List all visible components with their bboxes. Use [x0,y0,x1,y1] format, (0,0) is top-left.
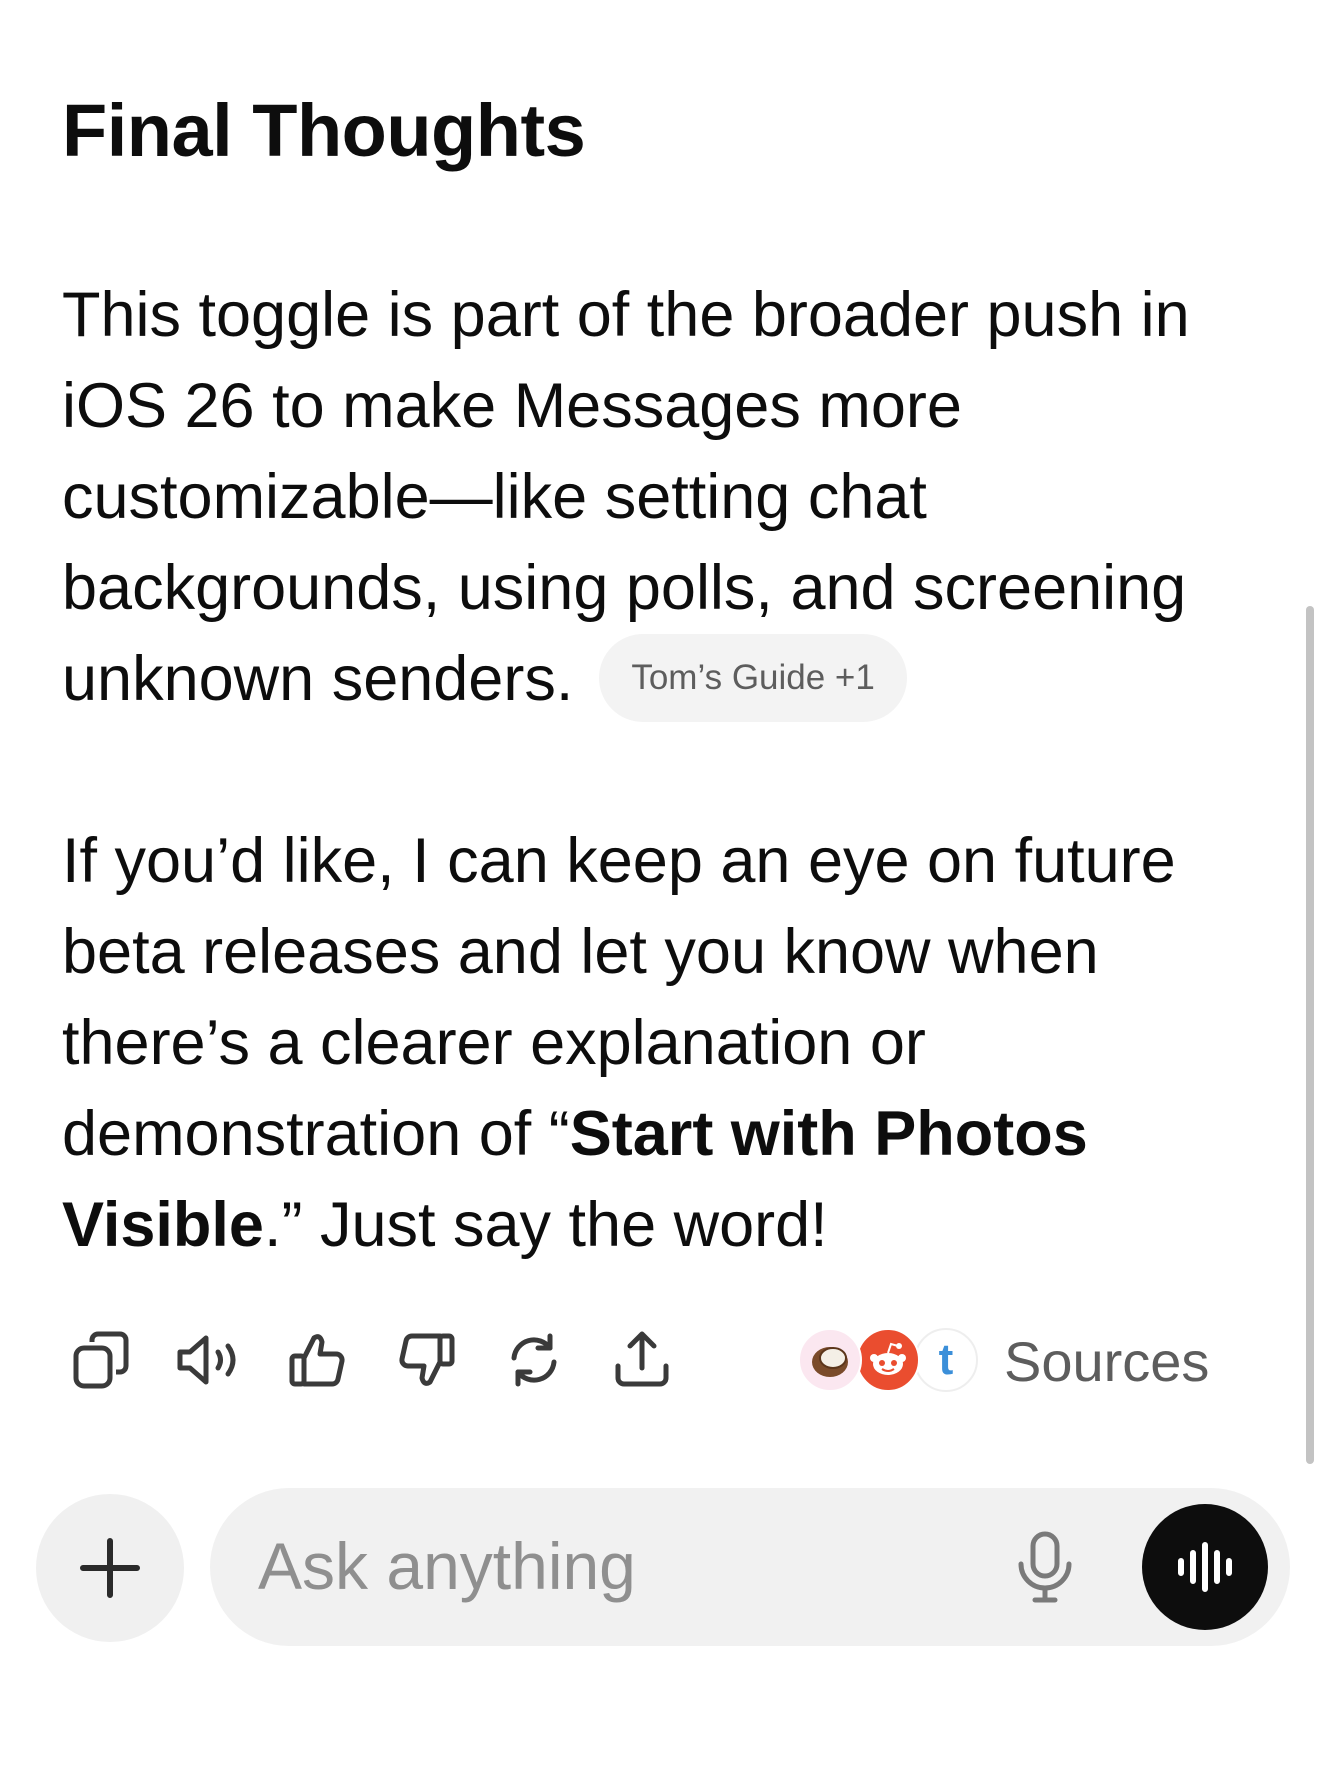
copy-icon[interactable] [60,1318,144,1402]
plus-icon [80,1538,140,1598]
message-paragraph-2: If you’d like, I can keep an eye on futu… [62,816,1262,1271]
tumblr-avatar: t [914,1328,978,1392]
paragraph-2-text-end: .” Just say the word! [263,1190,828,1260]
thumbs-down-icon[interactable] [384,1318,468,1402]
dictation-button[interactable] [1000,1522,1090,1612]
coconut-avatar [798,1328,862,1392]
tumblr-letter: t [938,1335,954,1384]
message-paragraph-1: This toggle is part of the broader push … [62,270,1262,725]
voice-mode-button[interactable] [1142,1504,1268,1630]
scrollbar[interactable] [1306,606,1314,1464]
thumbs-up-icon[interactable] [276,1318,360,1402]
message-actions-bar: t Sources [60,1318,1260,1402]
composer-bar [210,1488,1290,1646]
sources-button[interactable]: Sources [1004,1328,1209,1396]
microphone-icon [1018,1531,1072,1603]
share-icon[interactable] [600,1318,684,1402]
citation-pill[interactable]: Tom’s Guide +1 [599,634,907,723]
voice-mode-icon [1178,1542,1232,1592]
ask-input[interactable] [258,1516,958,1616]
regenerate-icon[interactable] [492,1318,576,1402]
source-avatars[interactable]: t [730,1328,978,1396]
reddit-avatar [856,1328,920,1392]
read-aloud-icon[interactable] [168,1318,252,1402]
attach-button[interactable] [36,1494,184,1642]
message-heading: Final Thoughts [62,89,586,172]
